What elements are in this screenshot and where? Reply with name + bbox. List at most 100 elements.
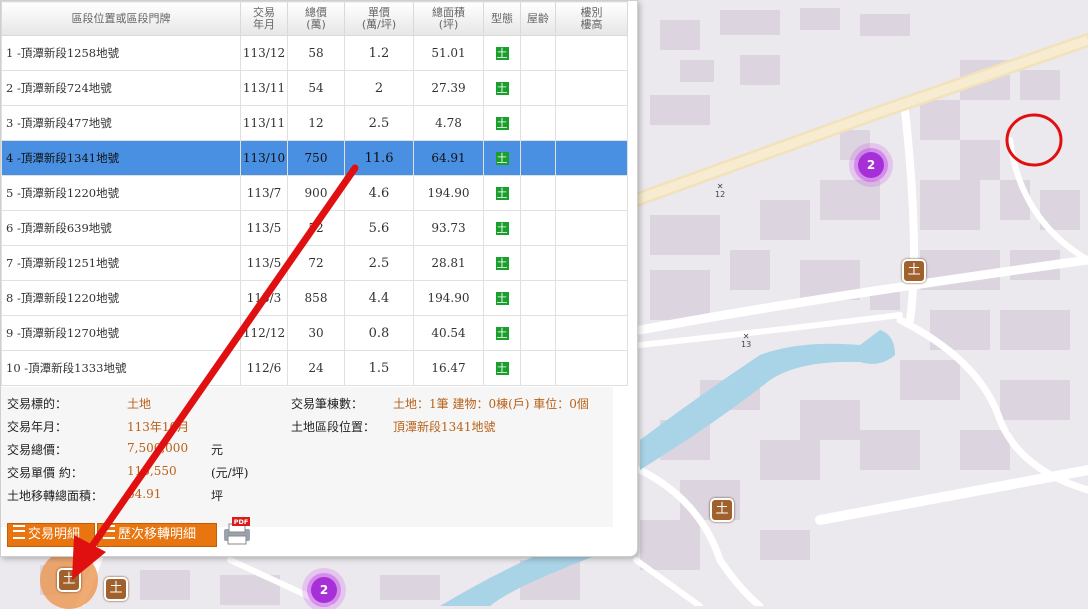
land-marker-icon-3[interactable]: 土 [104,577,128,601]
cell-address: 3 -頂潭新段477地號 [1,105,241,141]
table-row[interactable]: 4 -頂潭新段1341地號 113/10 750 11.6 64.91 土 [1,140,628,176]
cell-age [520,280,556,316]
col-header-unit-price[interactable]: 單價 (萬/坪) [344,1,414,36]
cell-type: 土 [483,210,521,246]
land-type-icon: 土 [495,362,509,375]
cell-total: 58 [287,35,345,71]
land-marker-icon-1[interactable]: 土 [902,259,926,283]
cell-type: 土 [483,280,521,316]
cell-total: 12 [287,105,345,141]
cell-area: 51.01 [413,35,484,71]
cell-date: 113/5 [240,245,288,281]
land-type-icon: 土 [495,152,509,165]
cell-address: 6 -頂潭新段639地號 [1,210,241,246]
detail-target-value: 土地 [127,397,152,411]
detail-loc-value: 頂潭新段1341地號 [393,420,496,434]
cell-total: 858 [287,280,345,316]
cell-total: 54 [287,70,345,106]
cell-floor [555,140,628,176]
cell-age [520,245,556,281]
cell-age [520,70,556,106]
cell-address: 2 -頂潭新段724地號 [1,70,241,106]
cell-type: 土 [483,245,521,281]
cell-floor [555,350,628,386]
cell-age [520,175,556,211]
selected-land-marker[interactable]: 土 [40,551,98,609]
detail-ym-value: 113年10月 [127,420,190,434]
cell-floor [555,70,628,106]
land-type-icon: 土 [495,327,509,340]
land-marker-icon-2[interactable]: 土 [710,498,734,522]
detail-area-unit: 坪 [211,489,224,503]
transaction-table: 區段位置或區段門牌 交易 年月 總價 (萬) 單價 (萬/坪) 總面積 (坪) 型態 屋… [1,1,628,386]
svg-text:PDF: PDF [234,518,249,526]
table-row[interactable]: 6 -頂潭新段639地號 113/5 52 5.6 93.73 土 [1,210,628,246]
detail-count-value: 土地：1筆 建物：0棟(戶) 車位：0個 [393,397,589,411]
cell-unit-price: 1.2 [344,35,414,71]
road-label-13: ✕ 13 [741,332,752,349]
cell-area: 27.39 [413,70,484,106]
detail-target-label: 交易標的： [7,397,68,411]
detail-total-unit: 元 [211,443,224,457]
land-type-icon: 土 [495,82,509,95]
cell-floor [555,35,628,71]
col-header-address[interactable]: 區段位置或區段門牌 [1,1,241,36]
transaction-detail: 交易標的： 土地 交易年月： 113年10月 交易總價： 7,500,000 元… [1,387,613,527]
cell-date: 113/3 [240,280,288,316]
cluster-marker-2[interactable]: 2 [311,577,337,603]
detail-total-label: 交易總價： [7,443,68,457]
table-row[interactable]: 5 -頂潭新段1220地號 113/7 900 4.6 194.90 土 [1,175,628,211]
cell-age [520,105,556,141]
cell-type: 土 [483,315,521,351]
col-header-area[interactable]: 總面積 (坪) [413,1,484,36]
cell-date: 113/10 [240,140,288,176]
cell-floor [555,175,628,211]
road-label-12: ✕ 12 [715,182,726,199]
cell-area: 194.90 [413,175,484,211]
table-row[interactable]: 7 -頂潭新段1251地號 113/5 72 2.5 28.81 土 [1,245,628,281]
cell-unit-price: 5.6 [344,210,414,246]
cell-age [520,35,556,71]
table-row[interactable]: 3 -頂潭新段477地號 113/11 12 2.5 4.78 土 [1,105,628,141]
detail-unitprice-unit: (元/坪) [211,466,249,480]
col-header-type[interactable]: 型態 [483,1,521,36]
cell-age [520,350,556,386]
land-type-icon: 土 [495,292,509,305]
detail-ym-label: 交易年月： [7,420,68,434]
cell-date: 113/11 [240,70,288,106]
cell-address: 1 -頂潭新段1258地號 [1,35,241,71]
cell-unit-price: 1.5 [344,350,414,386]
cell-age [520,315,556,351]
detail-unitprice-label: 交易單價 約： [7,466,83,480]
table-row[interactable]: 1 -頂潭新段1258地號 113/12 58 1.2 51.01 土 [1,35,628,71]
col-header-floor[interactable]: 樓別 樓高 [555,1,628,36]
detail-count-label: 交易筆棟數： [291,397,364,411]
land-type-icon: 土 [495,47,509,60]
list-icon [103,525,115,539]
table-row[interactable]: 10 -頂潭新段1333地號 112/6 24 1.5 16.47 土 [1,350,628,386]
cell-area: 194.90 [413,280,484,316]
cell-floor [555,245,628,281]
land-marker-icon-selected[interactable]: 土 [57,568,81,592]
cell-total: 750 [287,140,345,176]
col-header-total[interactable]: 總價 (萬) [287,1,345,36]
table-header-row: 區段位置或區段門牌 交易 年月 總價 (萬) 單價 (萬/坪) 總面積 (坪) 型態 屋… [1,1,628,36]
cluster-marker-1[interactable]: 2 [858,152,884,178]
cell-address: 9 -頂潭新段1270地號 [1,315,241,351]
detail-area-label: 土地移轉總面積： [7,489,104,503]
table-row[interactable]: 2 -頂潭新段724地號 113/11 54 2 27.39 土 [1,70,628,106]
cell-area: 16.47 [413,350,484,386]
cell-unit-price: 4.4 [344,280,414,316]
land-type-icon: 土 [495,257,509,270]
transfer-history-button[interactable]: 歷次移轉明細 [97,523,217,547]
transaction-detail-button[interactable]: 交易明細 [7,523,95,547]
col-header-age[interactable]: 屋齡 [520,1,556,36]
cell-age [520,210,556,246]
cell-floor [555,105,628,141]
cell-address: 7 -頂潭新段1251地號 [1,245,241,281]
table-row[interactable]: 9 -頂潭新段1270地號 112/12 30 0.8 40.54 土 [1,315,628,351]
pdf-print-icon[interactable]: PDF [222,516,252,546]
cell-total: 52 [287,210,345,246]
table-row[interactable]: 8 -頂潭新段1220地號 113/3 858 4.4 194.90 土 [1,280,628,316]
col-header-date[interactable]: 交易 年月 [240,1,288,36]
